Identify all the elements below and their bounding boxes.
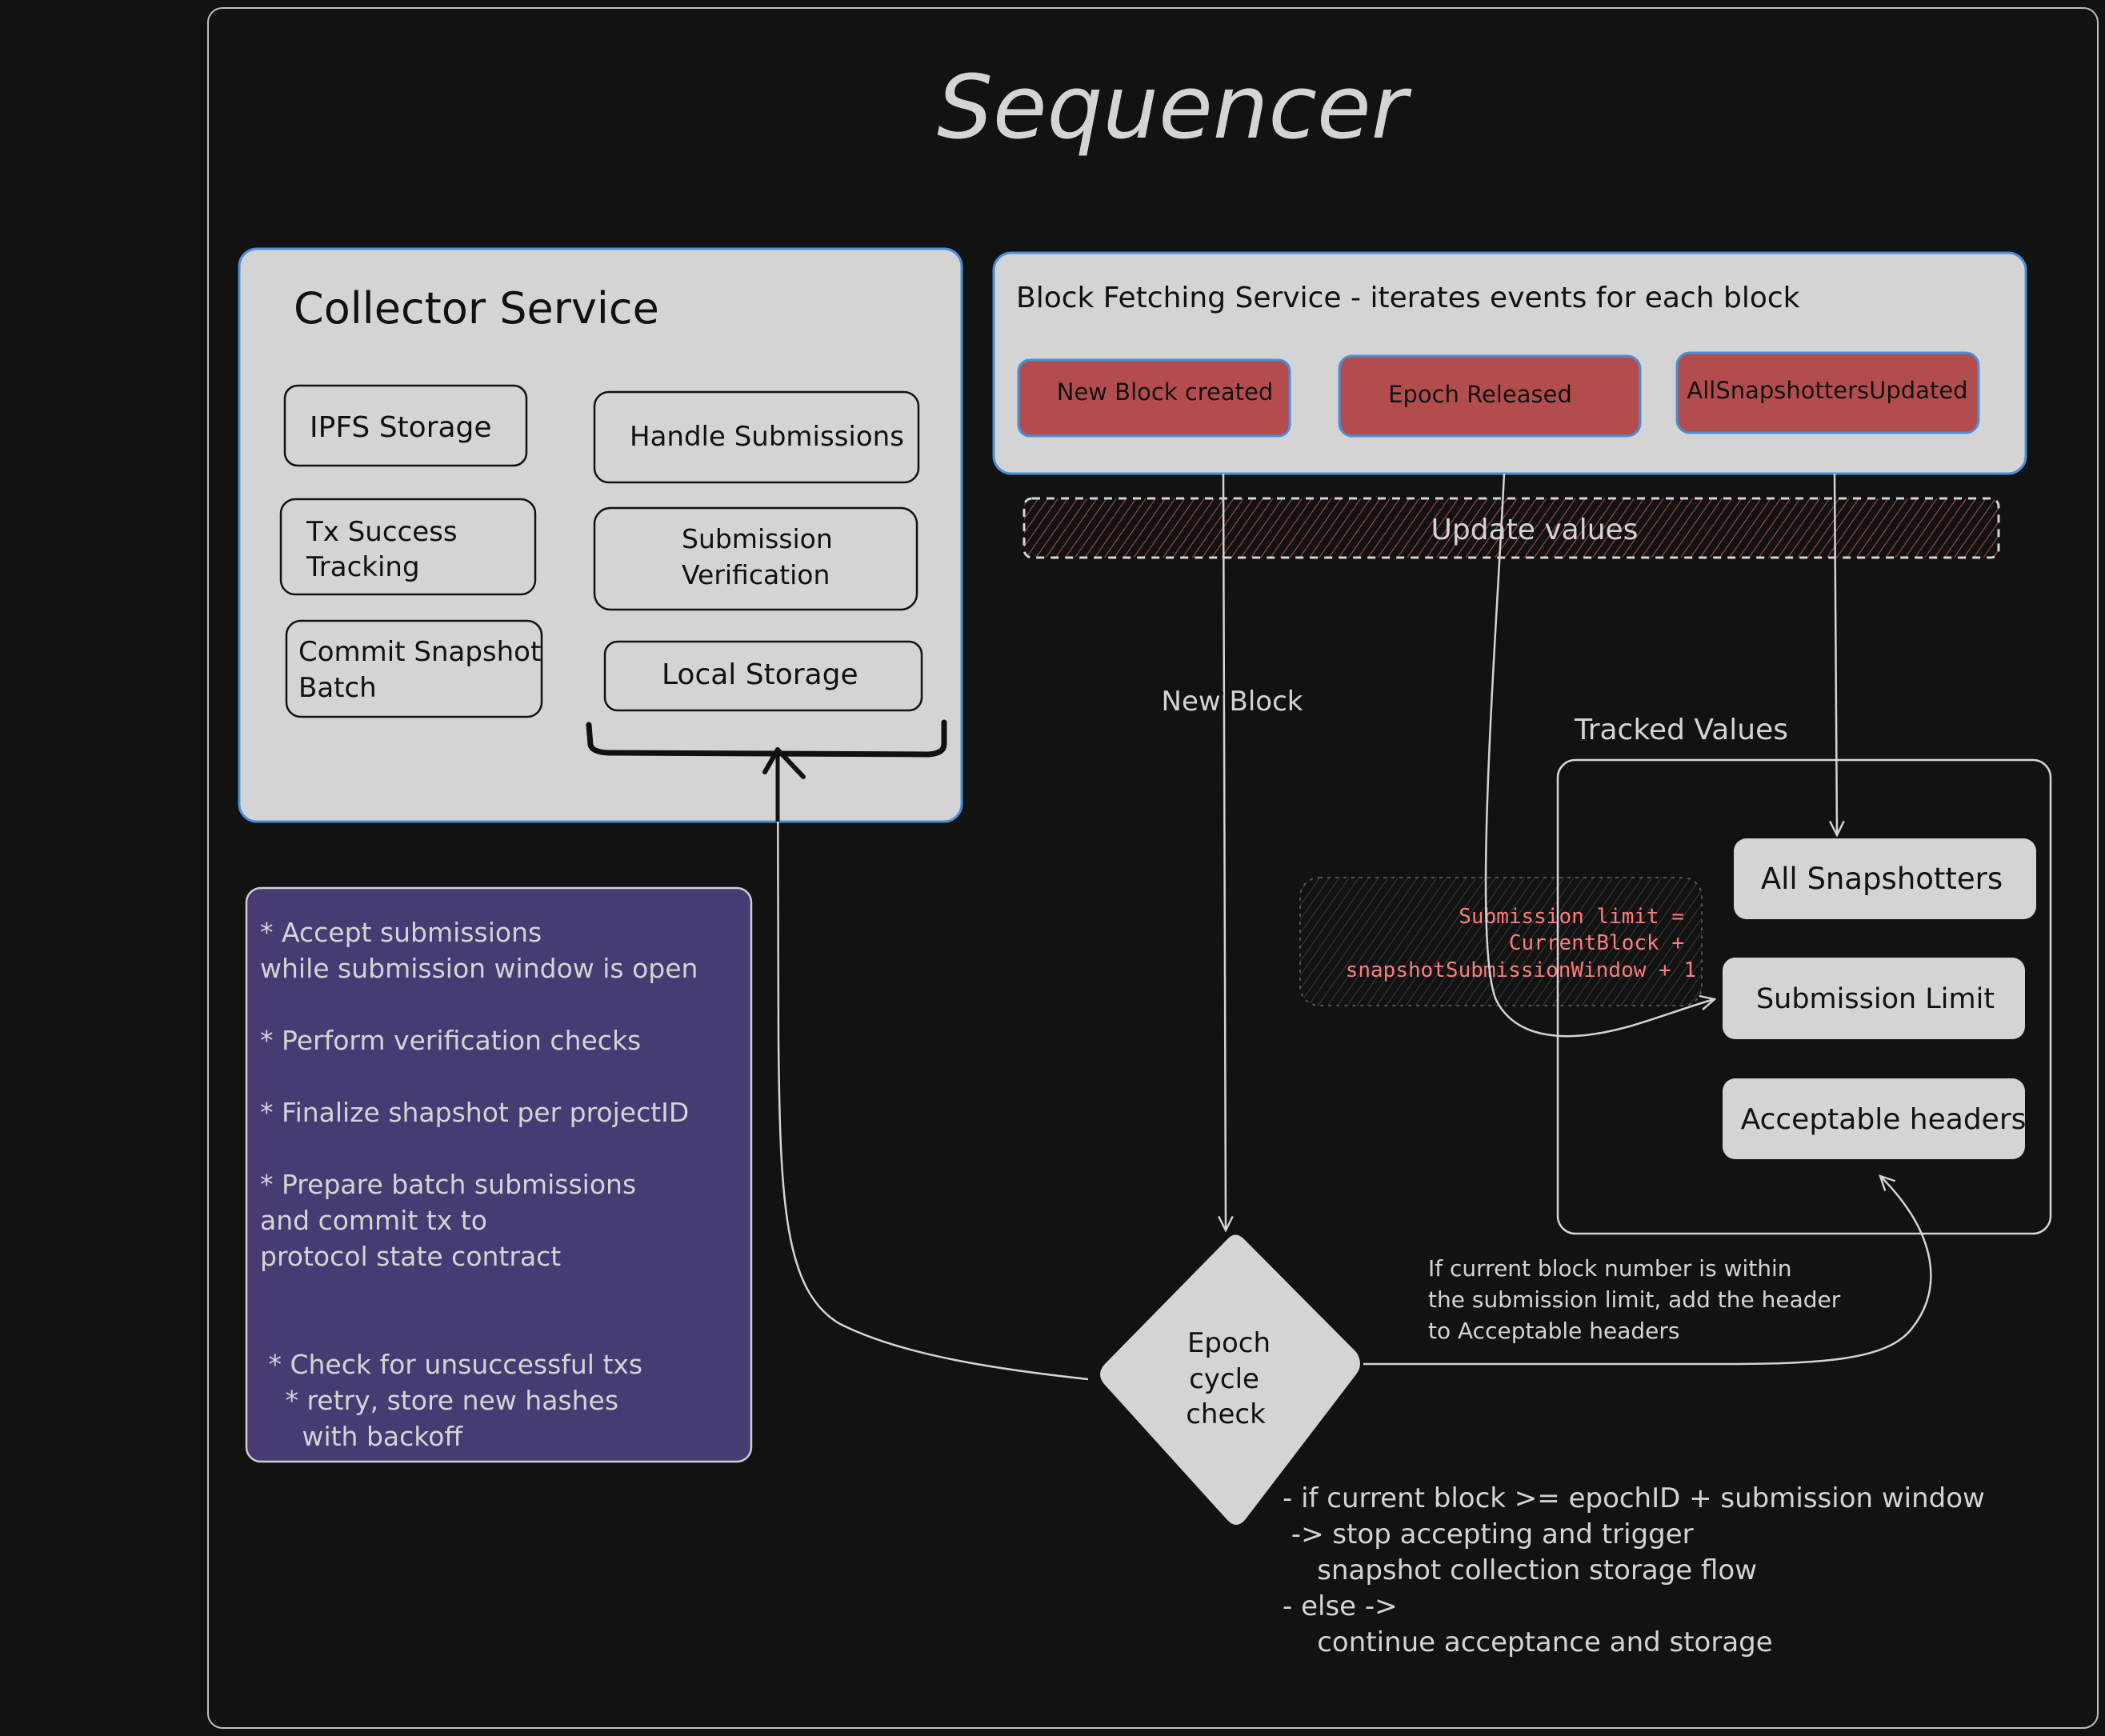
component-label: Handle Submissions [630,421,904,453]
sequencer-diagram: Sequencer Collector Service IPFS Storage… [207,7,2099,1729]
event-all-snapshotters-updated[interactable]: AllSnapshottersUpdated [1675,351,1980,434]
tracked-values-title: Tracked Values [1574,714,1788,746]
component-label-line-2: Verification [682,559,830,590]
epoch-rule-line-1: - if current block >= epochID + submissi… [1283,1482,1985,1514]
component-label-line-1: Tx Success [306,516,458,548]
epoch-rule-line-2: -> stop accepting and trigger [1283,1518,1694,1550]
component-label-line-1: Commit Snapshot [298,636,541,668]
decision-line-2: cycle [1189,1363,1259,1395]
epoch-rule-line-5: continue acceptance and storage [1283,1626,1773,1658]
tracked-value-all-snapshotters[interactable]: All Snapshotters [1734,838,2036,919]
new-block-label: New Block [1162,686,1303,718]
component-label: IPFS Storage [310,411,492,444]
diagram-title: Sequencer [937,56,1412,158]
component-label-line-2: Batch [298,672,377,704]
tracked-value-label: All Snapshotters [1761,862,2003,896]
component-label-line-1: Submission [682,523,833,554]
update-values-band[interactable]: Update values [1022,497,2000,559]
note-line-10: protocol state contract [260,1241,561,1272]
epoch-rule-line-3: snapshot collection storage flow [1283,1554,1757,1586]
event-label: AllSnapshottersUpdated [1687,377,1967,404]
formula-line-1: Submission limit = [1459,905,1684,929]
event-label: Epoch Released [1388,381,1572,408]
component-label: Local Storage [662,658,858,691]
note-line-14: * retry, store new hashes [260,1385,618,1416]
collector-service-title: Collector Service [294,283,659,334]
tracked-value-acceptable-headers[interactable]: Acceptable headers [1723,1078,2026,1159]
note-line-9: and commit tx to [260,1205,487,1236]
formula-line-2: CurrentBlock + [1509,931,1684,955]
collector-notes-panel: * Accept submissions while submission win… [245,886,753,1463]
collector-service-panel[interactable]: Collector Service IPFS Storage Handle Su… [238,247,963,823]
component-label-line-2: Tracking [306,551,420,583]
event-epoch-released[interactable]: Epoch Released [1338,354,1642,438]
note-line-8: * Prepare batch submissions [260,1169,636,1200]
note-line-6: * Finalize shapshot per projectID [260,1097,689,1128]
update-values-label: Update values [1431,514,1639,546]
note-line-4: * Perform verification checks [260,1025,641,1056]
event-new-block-created[interactable]: New Block created [1017,358,1291,438]
note-line-1: If current block number is within [1428,1255,1792,1282]
block-fetching-service-title: Block Fetching Service - iterates events… [1016,282,1800,314]
tracked-value-label: Submission Limit [1756,983,1995,1015]
decision-line-3: check [1186,1398,1266,1430]
tracked-value-submission-limit[interactable]: Submission Limit [1723,958,2025,1039]
note-line-15: with backoff [260,1421,463,1452]
tracked-value-label: Acceptable headers [1741,1103,2027,1136]
note-line-1: * Accept submissions [260,917,542,948]
note-line-3: to Acceptable headers [1428,1318,1680,1344]
epoch-rule-line-4: - else -> [1283,1590,1398,1622]
formula-line-3: snapshotSubmissionWindow + 1 [1346,958,1696,982]
note-line-2: the submission limit, add the header [1428,1286,1841,1313]
decision-line-1: Epoch [1187,1327,1271,1359]
submission-limit-formula: Submission limit = CurrentBlock + snapsh… [1299,877,1703,1006]
note-line-13: * Check for unsuccessful txs [260,1349,642,1380]
block-fetching-service-panel[interactable]: Block Fetching Service - iterates events… [992,251,2027,475]
event-label: New Block created [1057,378,1274,406]
note-line-2: while submission window is open [260,953,698,984]
